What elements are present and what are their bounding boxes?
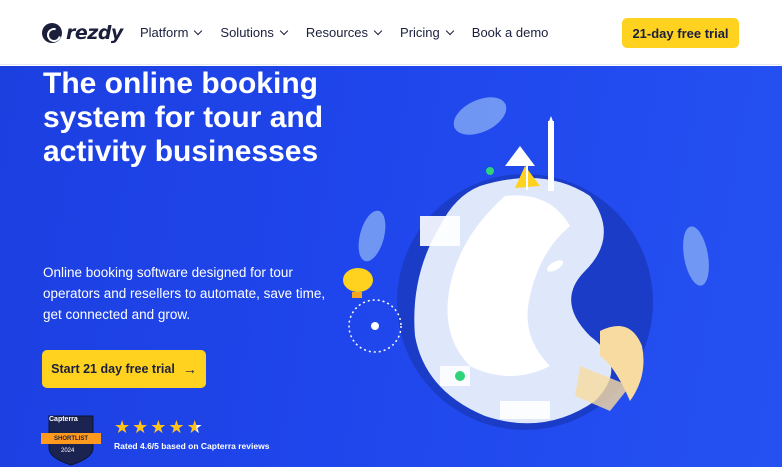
- free-trial-button[interactable]: 21-day free trial: [622, 18, 739, 48]
- hero-section: The online booking system for tour and a…: [0, 66, 782, 467]
- menu-item-label: Platform: [140, 25, 189, 40]
- start-trial-button[interactable]: Start 21 day free trial →: [42, 350, 206, 388]
- hero-title: The online booking system for tour and a…: [43, 67, 324, 168]
- menu-item-label: Book a demo: [471, 25, 549, 40]
- badge-brand: Capterra: [49, 416, 78, 423]
- chevron-down-icon: [445, 26, 455, 36]
- arrow-right-icon: →: [182, 361, 197, 377]
- menu-item-label: Resources: [305, 25, 369, 40]
- menu-item-book-demo[interactable]: Book a demo: [472, 25, 549, 40]
- badge-ribbon: SHORTLIST: [41, 433, 101, 444]
- star-icon: ★: [168, 417, 185, 437]
- rating-block: ★ ★ ★ ★ ★ Rated 4.6/5 based on Capterra …: [114, 418, 269, 451]
- globe-travel-illustration: [343, 97, 709, 430]
- menu-item-pricing[interactable]: Pricing: [400, 25, 455, 40]
- main-menu: Platform Solutions Resources Pricing Boo…: [140, 25, 567, 40]
- rezdy-logo[interactable]: rezdy: [42, 22, 123, 44]
- rating-text: Rated 4.6/5 based on Capterra reviews: [114, 441, 270, 451]
- menu-item-resources[interactable]: Resources: [305, 25, 383, 40]
- chevron-down-icon: [194, 26, 203, 36]
- cta-label: Start 21 day free trial: [51, 362, 175, 376]
- logo-text: rezdy: [66, 22, 123, 44]
- top-navbar: rezdy Platform Solutions Resources Prici…: [0, 0, 782, 65]
- menu-item-label: Solutions: [220, 25, 274, 40]
- hero-description: Online booking software designed for tou…: [43, 265, 326, 322]
- menu-item-platform[interactable]: Platform: [140, 25, 203, 40]
- half-star-icon: ★: [186, 417, 203, 437]
- star-icon: ★: [132, 417, 149, 437]
- chevron-down-icon: [373, 26, 383, 36]
- star-rating: ★ ★ ★ ★ ★: [114, 418, 269, 436]
- menu-item-label: Pricing: [400, 25, 440, 40]
- chevron-down-icon: [279, 26, 289, 36]
- logo-icon: [42, 23, 62, 43]
- star-icon: ★: [150, 417, 167, 437]
- menu-item-solutions[interactable]: Solutions: [220, 25, 289, 40]
- capterra-shortlist-badge: Capterra SHORTLIST 2024: [41, 414, 101, 466]
- badge-year: 2024: [61, 448, 75, 454]
- star-icon: ★: [114, 417, 131, 437]
